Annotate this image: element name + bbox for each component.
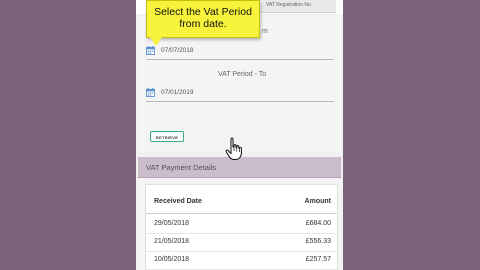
column-header-received-date: Received Date [154,198,202,205]
amount-cell: £556.33 [305,238,331,245]
calendar-icon[interactable] [146,88,155,97]
table-row: 10/05/2018 £257.57 [146,251,337,270]
table-row: 29/05/2018 £684.00 [146,215,337,234]
table-row: 21/05/2018 £556.33 [146,233,337,252]
vat-registration-label: VAT Registration No. [266,2,313,8]
pointer-hand-icon [225,137,242,160]
retrieve-button[interactable]: RETRIEVE [150,131,184,142]
vat-period-to-field[interactable]: 07/01/2019 [146,87,334,102]
amount-cell: £257.57 [305,256,331,263]
payments-table: Received Date Amount 29/05/2018 £684.00 … [145,184,338,270]
received-date-cell: 21/05/2018 [154,238,190,245]
received-date-cell: 10/05/2018 [154,256,190,263]
amount-cell: £684.00 [305,220,331,227]
mobile-screen: VAT Registration No. m 07/07/2018 VAT Pe… [136,0,343,270]
instruction-callout: Select the Vat Period from date. [146,0,260,38]
column-header-amount: Amount [304,198,331,205]
vat-payment-details-section: VAT Payment Details Received Date Amount… [138,157,341,270]
callout-text-line1: Select the Vat Period [154,6,252,18]
section-title: VAT Payment Details [146,163,217,172]
vat-period-from-value: 07/07/2018 [161,47,194,54]
vat-period-to-value: 07/01/2019 [161,89,194,96]
received-date-cell: 29/05/2018 [154,220,190,227]
vat-registration-field[interactable]: VAT Registration No. [260,0,336,13]
calendar-icon[interactable] [146,46,155,55]
vat-period-from-label: m [262,28,268,35]
vat-period-to-label: VAT Period - To [218,71,267,78]
callout-tail [150,37,162,46]
callout-text-line2: from date. [179,18,227,30]
vat-period-from-field[interactable]: 07/07/2018 [146,45,334,60]
header-divider [146,213,337,214]
